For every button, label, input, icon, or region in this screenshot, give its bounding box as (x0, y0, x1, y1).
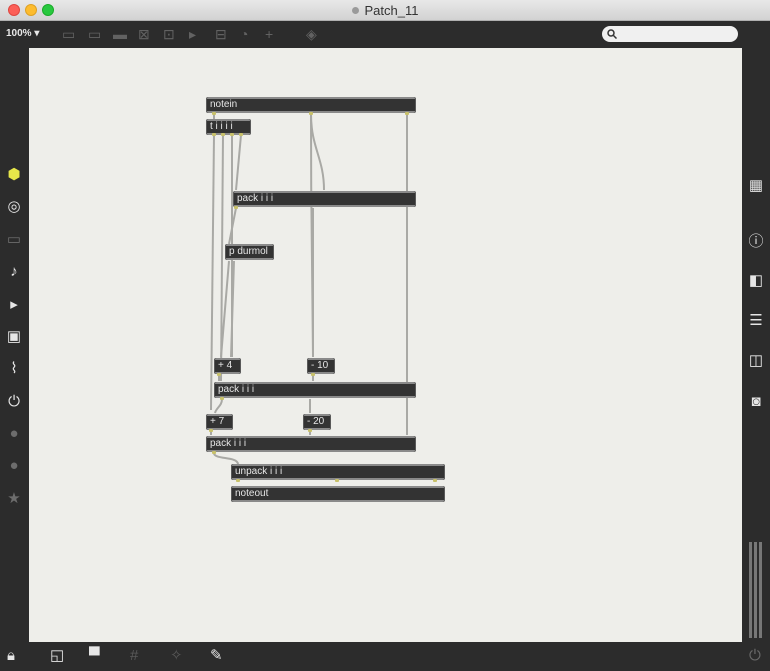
message-box-icon[interactable]: ▭ (88, 26, 101, 42)
patch-cord (235, 134, 242, 191)
search-input[interactable] (602, 26, 738, 42)
dial-icon[interactable]: ◔ (240, 26, 248, 42)
wrench-icon[interactable]: ✎ (210, 648, 223, 664)
cube-icon[interactable]: ⬢ (4, 167, 24, 183)
minus-20-object[interactable]: - 20 (303, 414, 331, 430)
outlet-port[interactable] (230, 133, 234, 136)
outlet-port[interactable] (335, 479, 339, 482)
outlet-port[interactable] (308, 429, 312, 432)
object-label: unpack i i i (235, 466, 283, 477)
outlet-port[interactable] (309, 112, 313, 115)
music-note-icon[interactable]: ♪ (4, 264, 24, 280)
outlet-port[interactable] (220, 397, 224, 400)
magic-wand-icon[interactable]: ✧ (170, 648, 183, 664)
star-icon[interactable]: ★ (4, 491, 24, 507)
outlet-port[interactable] (217, 373, 221, 376)
toggle-object-icon[interactable]: ⊡ (163, 26, 175, 42)
comment-icon[interactable]: ▬ (113, 26, 127, 42)
chevron-down-icon: ▾ (34, 28, 40, 39)
grid-icon[interactable]: ▦ (746, 178, 766, 194)
list-icon[interactable]: ☰ (746, 313, 766, 329)
notein-object[interactable]: notein (206, 97, 416, 113)
patch-cord (214, 398, 223, 414)
object-label: - 20 (307, 416, 325, 427)
unpack-object[interactable]: unpack i i i (231, 464, 445, 480)
plus-7-object[interactable]: + 7 (206, 414, 233, 430)
document-icon (351, 7, 359, 14)
pack-object-3[interactable]: pack i i i (206, 436, 416, 452)
pack-object-1[interactable]: pack i i i (233, 191, 416, 207)
noteout-object[interactable]: noteout (231, 486, 445, 502)
outlet-port[interactable] (209, 429, 213, 432)
toolbar: 100% ▾ ▭ ▭ ▬ ⊠ ⊡ ▸ ⊟ ◔ + ◈ (0, 21, 770, 48)
outlet-port[interactable] (212, 133, 216, 136)
book-open-icon[interactable]: ◫ (746, 353, 766, 369)
patch-cord (213, 452, 239, 465)
bottom-bar: 🔒︎ ◱ ▀ # ✧ ✎ ⏻ (0, 642, 770, 671)
title-bar: Patch_11 (0, 0, 770, 21)
patcher-canvas[interactable]: notein t i i i i pack i i i p durmol + 4… (29, 48, 742, 642)
grid-icon[interactable]: # (130, 648, 138, 664)
minus-10-object[interactable]: - 10 (307, 358, 335, 374)
add-icon[interactable]: + (265, 26, 273, 42)
windows-icon[interactable]: ◱ (50, 648, 64, 664)
outlet-port[interactable] (311, 373, 315, 376)
outlet-port[interactable] (212, 451, 216, 454)
pack-object-2[interactable]: pack i i i (214, 382, 416, 398)
camera-icon[interactable]: ◙ (746, 394, 766, 410)
outlet-port[interactable] (405, 112, 409, 115)
zoom-level: 100% (6, 28, 32, 39)
object-label: + 7 (210, 416, 225, 427)
object-label: + 4 (218, 360, 233, 371)
outlet-port[interactable] (234, 206, 238, 209)
object-label: p durmol (229, 246, 268, 257)
window-title-text: Patch_11 (364, 3, 419, 18)
outlet-port[interactable] (239, 133, 243, 136)
paperclip-icon[interactable]: ⌇ (4, 361, 24, 377)
play-marker-icon[interactable]: ▸ (4, 297, 24, 313)
search-icon (607, 29, 617, 39)
outlet-port[interactable] (212, 112, 216, 115)
object-label: notein (210, 99, 238, 110)
object-label: pack i i i (218, 384, 255, 395)
patch-cords (210, 113, 408, 465)
window-title: Patch_11 (0, 3, 770, 18)
presentation-icon[interactable]: ▀ (89, 648, 100, 664)
plus-4-object[interactable]: + 4 (214, 358, 241, 374)
object-box-icon[interactable]: ▭ (62, 26, 75, 42)
object-label: pack i i i (237, 193, 274, 204)
durmol-subpatch[interactable]: p durmol (225, 244, 274, 260)
v-logo-icon[interactable]: ● (4, 426, 24, 442)
left-sidebar: ⬢ ◎ ▭ ♪ ▸ ▣ ⌇ ⏻ ● ● ★ (0, 48, 29, 642)
circle-target-icon[interactable]: ◎ (4, 199, 24, 215)
level-meter (748, 542, 766, 638)
zoom-menu[interactable]: 100% ▾ (6, 28, 39, 39)
slider-icon[interactable]: ⊟ (215, 26, 227, 42)
outlet-port[interactable] (221, 133, 225, 136)
keyboard-icon[interactable]: ▭ (4, 232, 24, 248)
number-box-icon[interactable]: ▸ (189, 26, 196, 42)
outlet-port[interactable] (236, 479, 240, 482)
paint-bucket-icon[interactable]: ◈ (306, 26, 317, 42)
object-label: t i i i i (210, 121, 233, 132)
info-icon[interactable]: ⓘ (746, 234, 766, 250)
patch-cord (310, 113, 325, 191)
object-label: - 10 (311, 360, 329, 371)
power-icon[interactable]: ⏻ (749, 648, 761, 664)
object-label: pack i i i (210, 438, 247, 449)
object-label: noteout (235, 488, 269, 499)
image-icon[interactable]: ▣ (4, 329, 24, 345)
button-object-icon[interactable]: ⊠ (138, 26, 150, 42)
b-logo-icon[interactable]: ● (4, 458, 24, 474)
book-icon[interactable]: ◧ (746, 273, 766, 289)
plug-icon[interactable]: ⏻ (4, 394, 24, 410)
lock-icon[interactable]: 🔒︎ (7, 648, 15, 664)
outlet-port[interactable] (433, 479, 437, 482)
